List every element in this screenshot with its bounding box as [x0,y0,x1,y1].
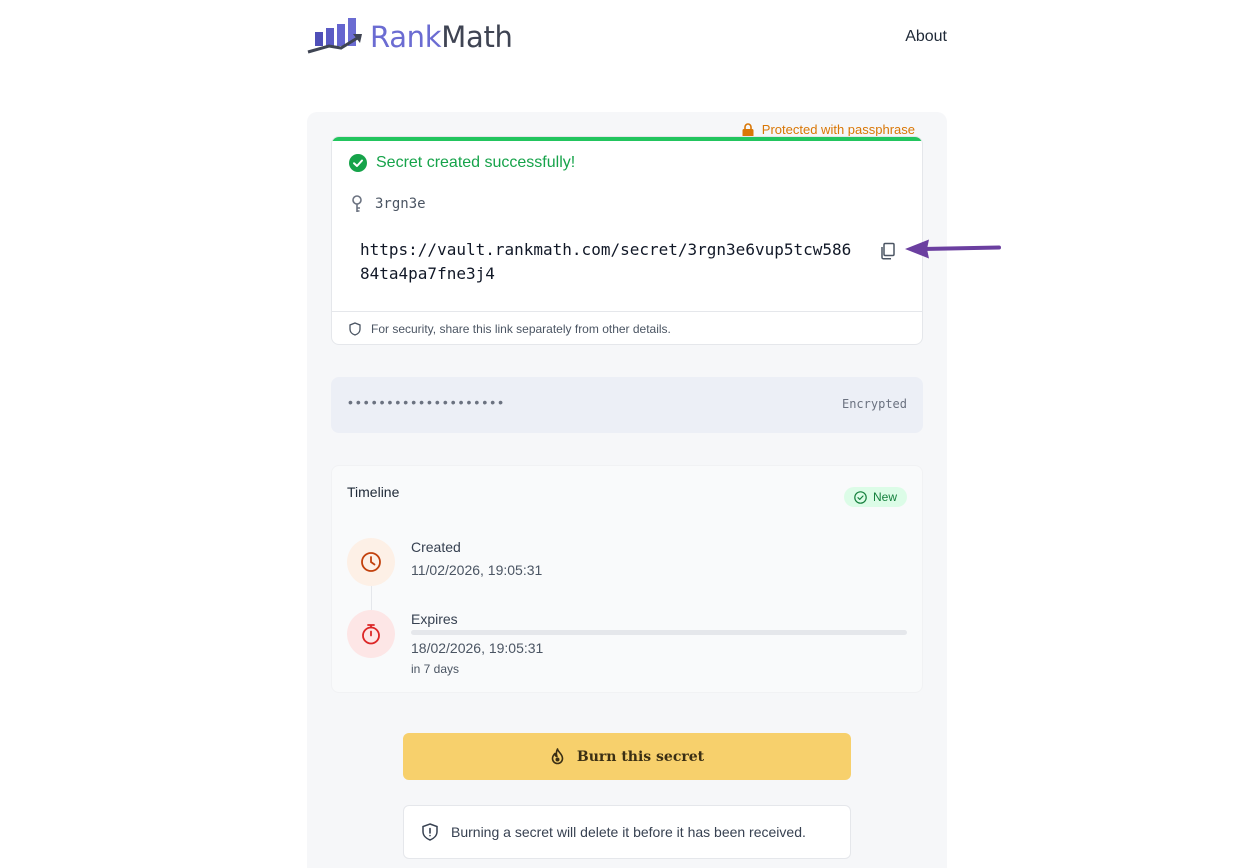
created-date: 11/02/2026, 19:05:31 [411,562,543,578]
secret-id: 3rgn3e [351,195,426,213]
success-title: Secret created successfully! [349,154,575,172]
success-bar [332,137,922,141]
stopwatch-icon [362,624,380,645]
rankmath-logo[interactable]: RankMath [307,18,513,56]
status-badge: New [843,487,907,507]
timeline-title: Timeline [347,484,400,500]
annotation-arrow [905,239,1001,259]
flame-icon [551,748,564,765]
expiry-progress-bar [411,630,907,635]
check-circle-icon [349,154,367,172]
copy-link-button[interactable] [878,241,898,261]
created-icon-wrap [347,538,395,586]
logo-math: Math [441,20,513,54]
nav-about-link[interactable]: About [905,28,947,46]
security-note: For security, share this link separately… [332,311,922,344]
encrypted-content-box: •••••••••••••••••••• Encrypted [331,377,923,433]
expires-relative: in 7 days [411,662,460,676]
expires-date: 18/02/2026, 19:05:31 [411,640,544,656]
secret-id-text: 3rgn3e [375,196,426,212]
burn-secret-label: Burn this secret [576,748,705,765]
site-header: RankMath About [307,18,947,58]
security-note-text: For security, share this link separately… [371,322,671,336]
burn-warning-text: Burning a secret will delete it before i… [451,824,806,840]
logo-chart-icon [307,18,362,54]
encrypted-label: Encrypted [841,397,907,411]
copy-icon [881,242,895,260]
logo-text: RankMath [370,20,513,54]
expires-icon-wrap [347,610,395,658]
key-icon [352,195,362,212]
burn-secret-button[interactable]: Burn this secret [403,733,851,780]
timeline-card: Timeline New Created 11/02/2026, 19:05:3… [331,465,923,693]
created-label: Created [411,539,461,555]
passphrase-badge-text: Protected with passphrase [761,122,915,137]
shield-alert-icon [422,823,438,841]
success-title-text: Secret created successfully! [376,154,576,171]
secret-panel: Protected with passphrase Secret created… [307,112,947,868]
check-circle-outline-icon [854,490,867,504]
success-card: Secret created successfully! 3rgn3e http… [331,136,923,345]
clock-icon [361,552,381,572]
secret-link[interactable]: https://vault.rankmath.com/secret/3rgn3e… [360,238,860,286]
masked-secret: •••••••••••••••••••• [348,394,507,410]
expires-label: Expires [411,611,458,627]
shield-icon [349,322,361,336]
passphrase-badge: Protected with passphrase [742,122,915,137]
status-badge-text: New [872,490,897,504]
timeline-connector [371,586,372,612]
burn-warning: Burning a secret will delete it before i… [403,805,851,859]
logo-rank: Rank [370,20,442,54]
lock-icon [742,122,754,137]
